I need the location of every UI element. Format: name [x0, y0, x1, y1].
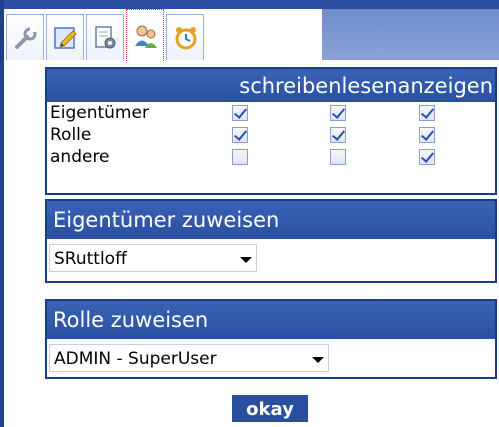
- users-icon: [135, 25, 157, 48]
- wrench-icon: [15, 27, 37, 49]
- edit-pencil-icon: [54, 27, 77, 49]
- permission-row-owner: Eigentümer: [47, 102, 495, 124]
- owner-panel: Eigentümer zuweisen SRuttloff: [45, 199, 497, 283]
- role-select-value: ADMIN - SuperUser: [54, 349, 217, 369]
- row-label-owner: Eigentümer: [50, 103, 149, 123]
- role-select[interactable]: ADMIN - SuperUser: [49, 344, 329, 372]
- role-show-checkbox[interactable]: [419, 127, 435, 143]
- column-header-show: anzeigen: [397, 74, 493, 98]
- tab-edit[interactable]: [46, 14, 84, 60]
- tab-bar: [4, 0, 499, 61]
- others-write-checkbox[interactable]: [232, 149, 248, 165]
- permissions-header: schreibenlesenanzeigen: [47, 69, 495, 102]
- chevron-down-icon: [240, 257, 252, 263]
- alarm-clock-icon: [175, 27, 197, 50]
- role-panel: Rolle zuweisen ADMIN - SuperUser: [45, 299, 497, 379]
- tab-permissions[interactable]: [126, 9, 164, 61]
- owner-panel-title: Eigentümer zuweisen: [47, 201, 495, 239]
- permissions-panel: schreibenlesenanzeigen Eigentümer Rolle …: [45, 67, 497, 195]
- tab-bar-background: [322, 9, 499, 60]
- permission-row-role: Rolle: [47, 124, 495, 146]
- page-settings-icon: [95, 26, 116, 49]
- role-write-checkbox[interactable]: [232, 127, 248, 143]
- owner-select[interactable]: SRuttloff: [49, 244, 257, 272]
- owner-select-value: SRuttloff: [54, 249, 127, 269]
- row-label-others: andere: [50, 147, 110, 167]
- okay-button[interactable]: okay: [232, 395, 308, 422]
- owner-write-checkbox[interactable]: [232, 105, 248, 121]
- owner-show-checkbox[interactable]: [419, 105, 435, 121]
- permission-row-others: andere: [47, 146, 495, 168]
- tab-page-settings[interactable]: [86, 14, 124, 60]
- column-header-write: schreiben: [239, 74, 342, 98]
- chevron-down-icon: [312, 357, 324, 363]
- role-panel-title: Rolle zuweisen: [47, 301, 495, 339]
- tab-schedule[interactable]: [166, 14, 204, 60]
- row-label-role: Rolle: [50, 125, 92, 145]
- others-read-checkbox[interactable]: [330, 149, 346, 165]
- window-left-border: [0, 0, 4, 427]
- role-read-checkbox[interactable]: [330, 127, 346, 143]
- column-header-read: lesen: [341, 74, 398, 98]
- others-show-checkbox[interactable]: [419, 149, 435, 165]
- tab-tools[interactable]: [6, 14, 44, 60]
- owner-read-checkbox[interactable]: [330, 105, 346, 121]
